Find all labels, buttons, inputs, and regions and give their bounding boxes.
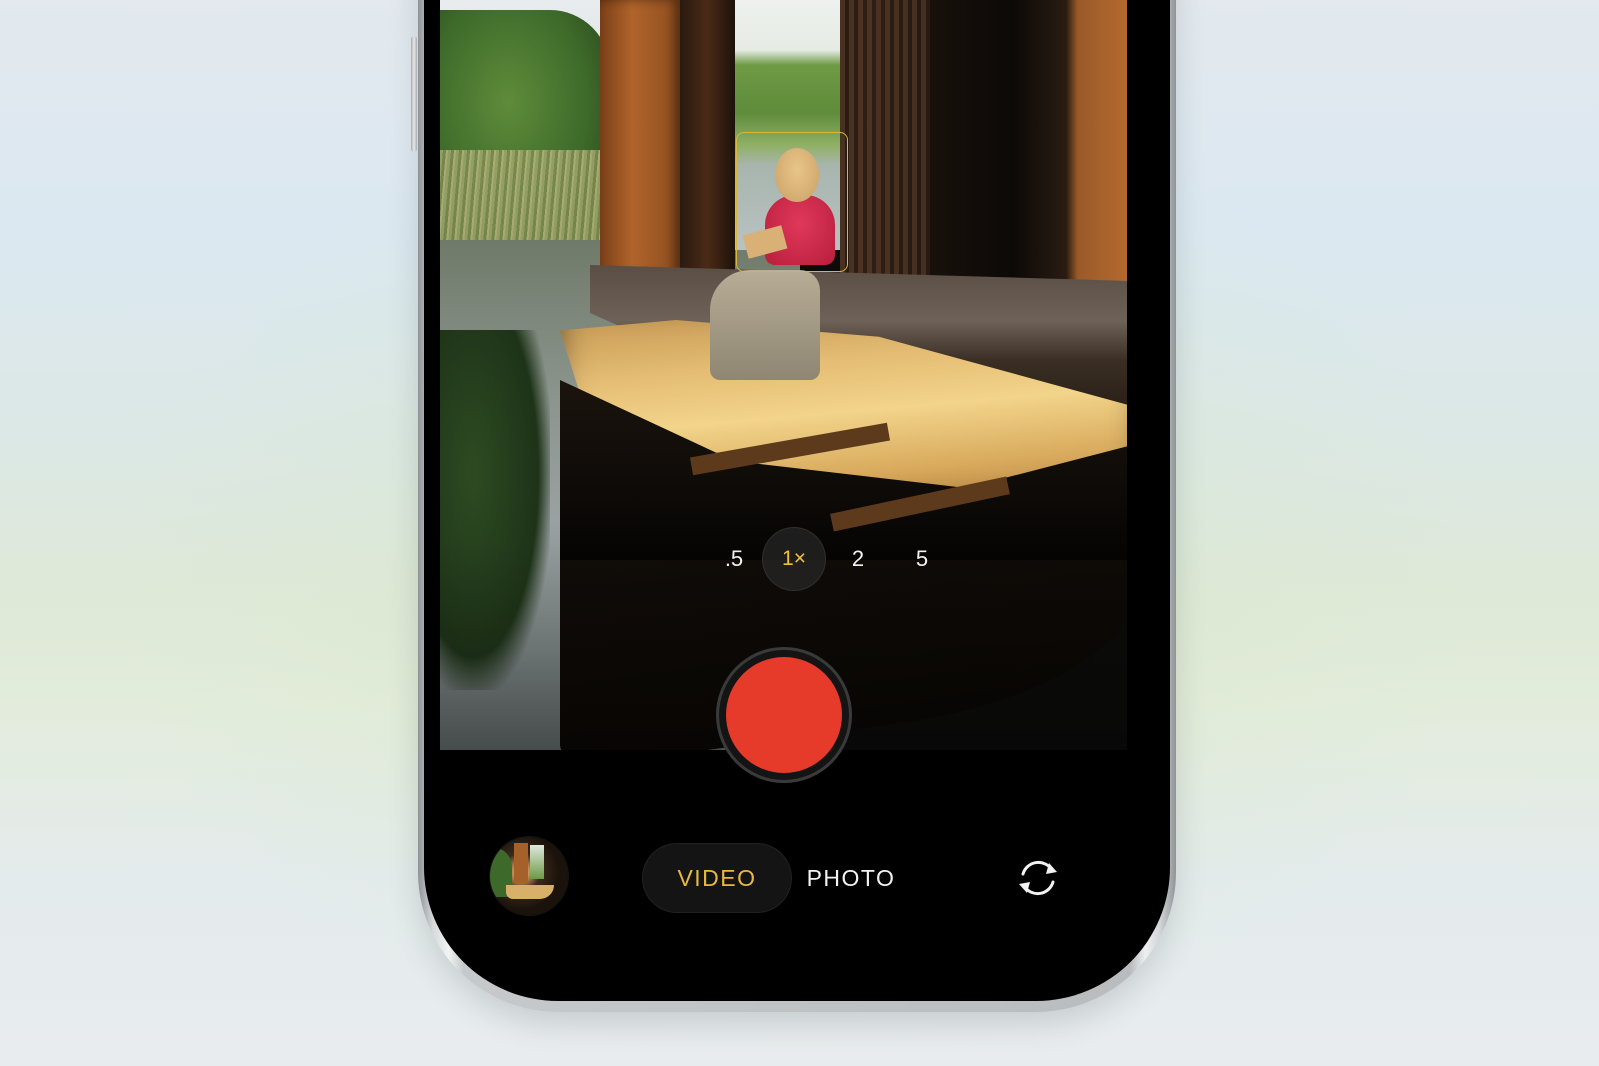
record-icon [726, 657, 842, 773]
viewfinder-post [680, 0, 735, 290]
viewfinder-person-legs [710, 270, 820, 380]
viewfinder-slats [840, 0, 930, 285]
zoom-selector: .5 1× 2 5 [702, 527, 942, 591]
phone-screen: .5 1× 2 5 VIDEO PHOTO [424, 0, 1170, 1001]
camera-flip-icon [1019, 860, 1057, 896]
camera-flip-button[interactable] [1014, 854, 1062, 902]
zoom-option-5x[interactable]: 5 [890, 527, 954, 591]
side-button [411, 36, 417, 152]
record-button[interactable] [726, 657, 842, 773]
viewfinder-door [600, 0, 680, 275]
camera-viewfinder[interactable] [440, 0, 1127, 750]
focus-indicator [736, 132, 848, 272]
zoom-option-1x[interactable]: 1× [762, 527, 826, 591]
camera-app: .5 1× 2 5 VIDEO PHOTO [440, 0, 1154, 986]
mode-photo[interactable]: PHOTO [796, 843, 906, 913]
zoom-option-0.5[interactable]: .5 [702, 527, 766, 591]
zoom-option-2x[interactable]: 2 [826, 527, 890, 591]
last-photo-thumbnail[interactable] [490, 837, 568, 915]
mode-video[interactable]: VIDEO [642, 843, 792, 913]
